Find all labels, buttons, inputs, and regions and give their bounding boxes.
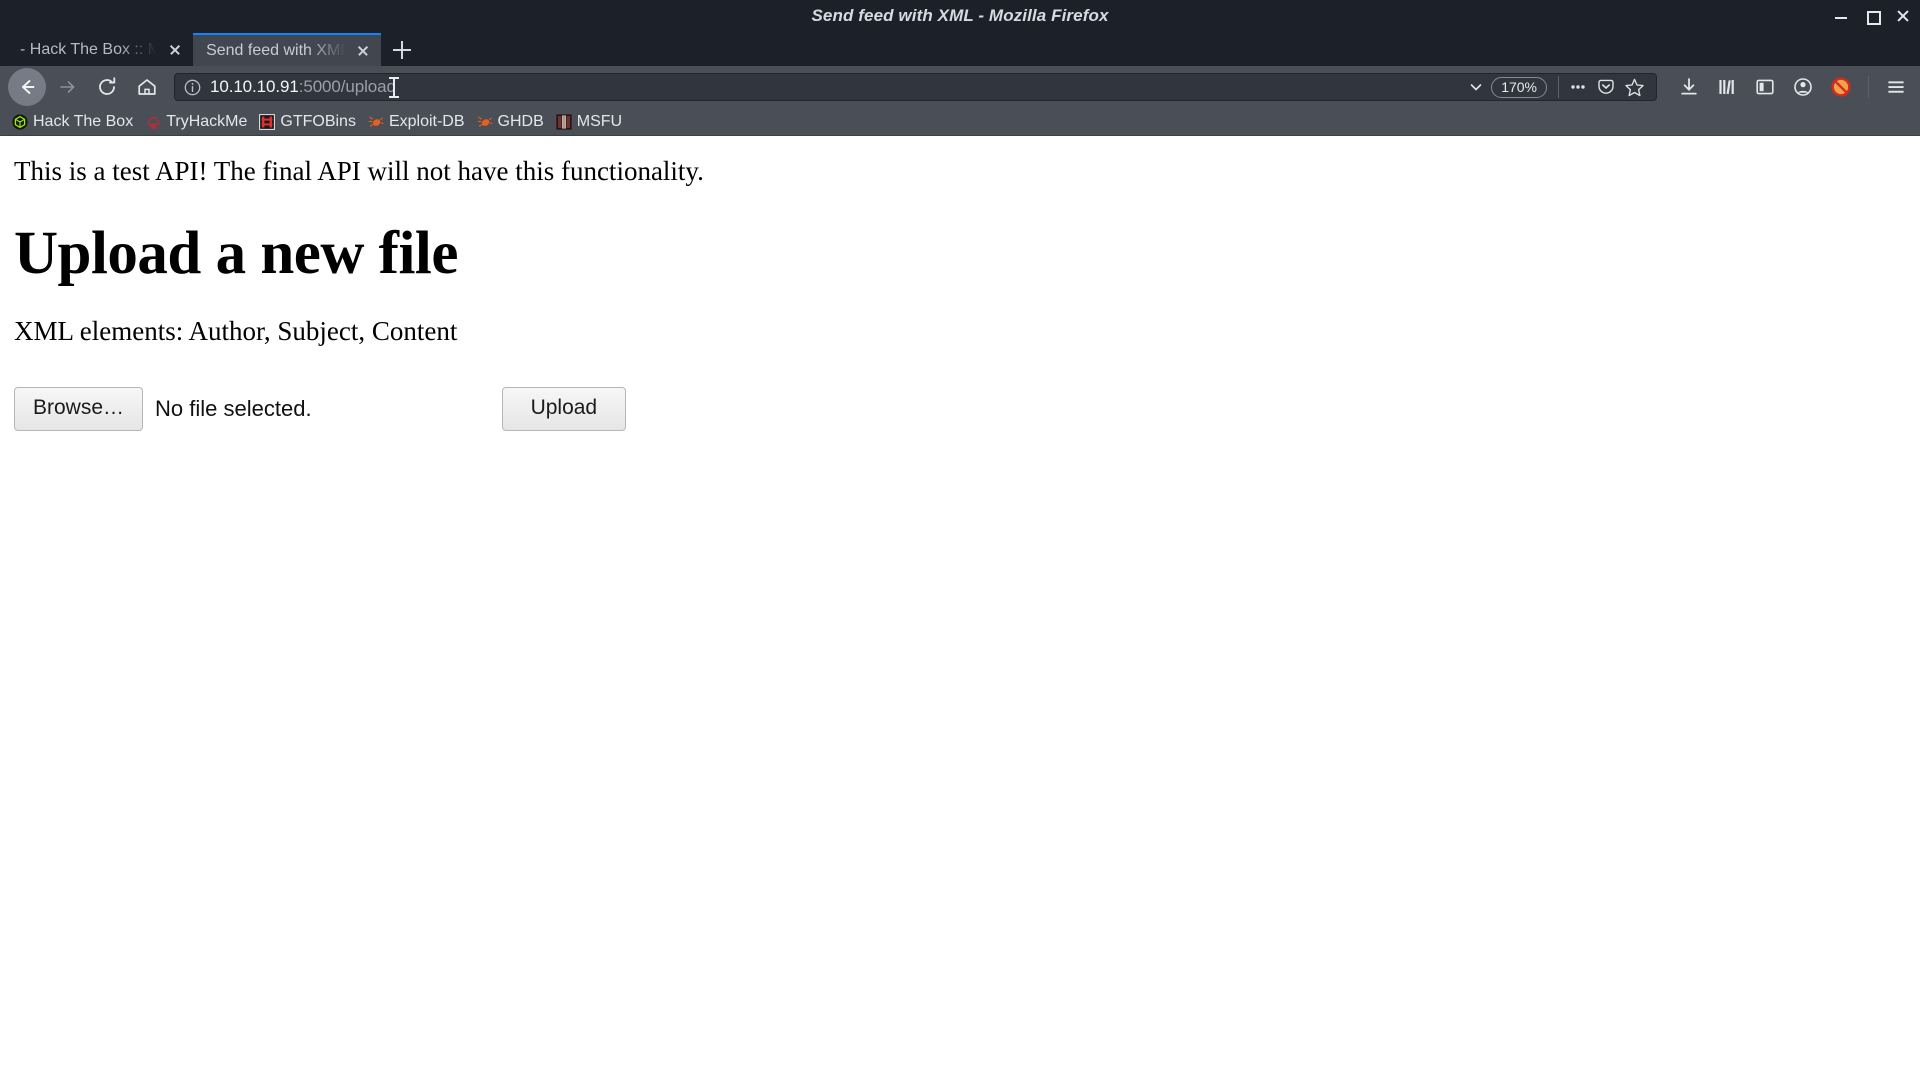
arrow-left-icon <box>22 80 35 94</box>
maximize-icon[interactable] <box>1865 9 1881 25</box>
page-title: Upload a new file <box>14 220 458 288</box>
url-text: 10.10.10.91:5000/upload <box>210 77 1463 97</box>
text-cursor-icon <box>389 77 399 98</box>
bookmark-label: GHDB <box>497 112 544 130</box>
toolbar-right-actions <box>1667 71 1912 103</box>
site-information-icon[interactable] <box>183 78 202 97</box>
bookmark-exploit-db[interactable]: Exploit-DB <box>362 111 471 133</box>
htb-cube-icon <box>12 113 28 130</box>
tab-close-icon[interactable] <box>354 42 372 60</box>
downloads-icon[interactable] <box>1673 71 1705 103</box>
bookmarks-toolbar: Hack The Box TryHackMe GTFOBins Exploit-… <box>0 108 1920 136</box>
tryhackme-cloud-icon <box>147 116 160 129</box>
home-button[interactable] <box>128 68 166 106</box>
window-title: Send feed with XML - Mozilla Firefox <box>811 5 1109 25</box>
window-titlebar: Send feed with XML - Mozilla Firefox <box>0 0 1920 31</box>
tab-strip: - Hack The Box :: M Send feed with XML <box>0 31 1920 66</box>
page-viewport: This is a test API! The final API will n… <box>0 136 1920 1080</box>
url-bar[interactable]: 10.10.10.91:5000/upload 170% <box>174 73 1657 101</box>
exploitdb-bug-icon <box>368 116 384 127</box>
browse-button[interactable]: Browse… <box>14 387 144 432</box>
file-input-field[interactable]: Browse… No file selected. <box>14 387 312 432</box>
file-status-label: No file selected. <box>155 396 312 422</box>
upload-button[interactable]: Upload <box>501 387 627 432</box>
window-controls <box>1834 0 1910 31</box>
chevron-down-icon[interactable] <box>1463 74 1489 100</box>
forward-button[interactable] <box>48 68 86 106</box>
upload-form: Browse… No file selected. Upload <box>14 387 1908 432</box>
new-tab-button[interactable] <box>385 33 419 66</box>
bookmark-gtfobins[interactable]: GTFOBins <box>253 111 362 133</box>
save-to-pocket-icon[interactable] <box>1592 73 1620 101</box>
url-bar-actions: 170% <box>1463 73 1648 101</box>
minimize-icon[interactable] <box>1834 9 1848 23</box>
bookmark-label: Hack The Box <box>33 112 134 130</box>
bookmark-ghdb[interactable]: GHDB <box>471 111 550 133</box>
bookmark-msfu[interactable]: MSFU <box>550 111 628 133</box>
noscript-icon[interactable] <box>1825 71 1857 103</box>
back-button[interactable] <box>8 68 46 106</box>
close-icon[interactable] <box>1896 9 1910 23</box>
bookmark-hack-the-box[interactable]: Hack The Box <box>6 111 139 133</box>
msfu-icon <box>556 113 572 130</box>
tab-send-feed-with-xml[interactable]: Send feed with XML <box>193 33 382 66</box>
reload-icon <box>99 77 116 95</box>
arrow-right-icon <box>60 81 75 93</box>
menu-icon[interactable] <box>1880 71 1912 103</box>
tab-close-icon[interactable] <box>166 41 184 59</box>
ghdb-bug-icon <box>477 116 493 127</box>
tab-label: Send feed with XML <box>206 41 350 60</box>
page-content: This is a test API! The final API will n… <box>0 136 1920 432</box>
tab-hack-the-box[interactable]: - Hack The Box :: M <box>7 33 194 66</box>
reload-button[interactable] <box>88 68 126 106</box>
url-path: :5000/upload <box>298 77 396 96</box>
toolbar-divider <box>1868 76 1869 98</box>
xml-elements-text: XML elements: Author, Subject, Content <box>14 316 458 347</box>
bookmark-star-icon[interactable] <box>1620 73 1648 101</box>
api-notice-text: This is a test API! The final API will n… <box>14 156 704 186</box>
bookmark-label: Exploit-DB <box>388 112 465 130</box>
tab-label: - Hack The Box :: M <box>20 40 162 59</box>
home-icon <box>138 79 156 95</box>
bookmark-tryhackme[interactable]: TryHackMe <box>139 111 253 133</box>
toolbar-divider <box>1558 76 1559 98</box>
bookmark-label: GTFOBins <box>280 112 356 130</box>
url-host: 10.10.10.91 <box>210 77 299 96</box>
bookmark-label: MSFU <box>576 112 623 130</box>
bookmark-label: TryHackMe <box>166 112 248 130</box>
library-icon[interactable] <box>1711 71 1743 103</box>
page-actions-icon[interactable] <box>1564 73 1592 101</box>
gtfobins-grid-icon <box>259 113 276 130</box>
account-icon[interactable] <box>1787 71 1819 103</box>
zoom-level-indicator[interactable]: 170% <box>1491 76 1547 98</box>
sidebar-icon[interactable] <box>1749 71 1781 103</box>
navigation-toolbar: 10.10.10.91:5000/upload 170% <box>0 66 1920 108</box>
